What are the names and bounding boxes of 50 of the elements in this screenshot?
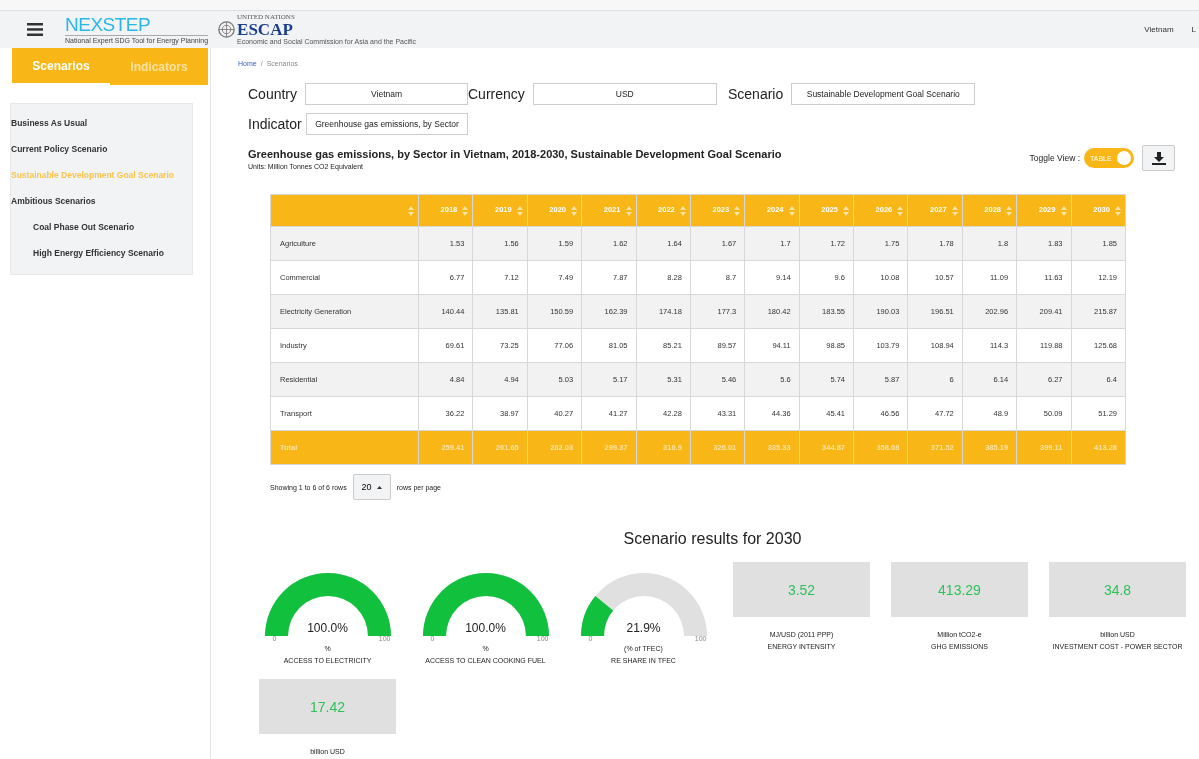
sort-icon[interactable]: [843, 205, 849, 216]
logo-text: ESCAP: [237, 21, 294, 38]
sort-icon[interactable]: [408, 205, 414, 216]
header-link[interactable]: Vietnam: [1144, 25, 1174, 34]
gauge-value: 21.9%: [625, 621, 662, 635]
select-field[interactable]: Greenhouse gas emissions, by Sector: [306, 113, 468, 135]
sidebar-item[interactable]: Ambitious Scenarios: [11, 188, 192, 214]
select-field[interactable]: Sustainable Development Goal Scenario: [791, 83, 976, 105]
gauge-value: 100.0%: [306, 621, 349, 635]
chart-title: Greenhouse gas emissions, by Sector in Vietnam, 2018-2030, Sustainable Development Goal Scenario: [248, 148, 782, 160]
page-size-dropdown[interactable]: 20: [352, 474, 391, 500]
sort-icon[interactable]: [897, 205, 904, 216]
download-icon: [1151, 151, 1166, 165]
result-card: 34.8: [1049, 562, 1186, 617]
sort-icon[interactable]: [516, 205, 523, 216]
select-field[interactable]: Vietnam: [305, 83, 468, 105]
toggle-label: Toggle View :: [1029, 153, 1080, 163]
sort-icon[interactable]: [1060, 205, 1067, 216]
sidebar-item[interactable]: Business As Usual: [11, 110, 192, 136]
result-card: 413.29: [891, 562, 1028, 617]
sort-icon[interactable]: [1115, 205, 1121, 216]
filter-label: Scenario: [728, 86, 784, 102]
filter-label: Country: [248, 86, 298, 102]
column-header[interactable]: [270, 194, 419, 227]
sort-icon[interactable]: [679, 205, 686, 216]
download-button[interactable]: [1142, 145, 1175, 171]
sidebar-item[interactable]: High Energy Efficiency Scenario: [11, 240, 192, 266]
sidebar-item[interactable]: Sustainable Development Goal Scenario: [11, 162, 192, 188]
result-card: 17.42: [259, 679, 396, 734]
sort-icon[interactable]: [571, 205, 578, 216]
caret-icon: [376, 486, 382, 490]
sort-icon[interactable]: [462, 205, 469, 216]
gauge-value: 100.0%: [464, 621, 507, 635]
header-link[interactable]: L: [1191, 25, 1196, 34]
sidebar-tab[interactable]: Indicators: [110, 48, 208, 85]
sort-icon[interactable]: [788, 205, 795, 216]
sort-icon[interactable]: [625, 205, 632, 216]
sidebar-item[interactable]: Current Policy Scenario: [11, 136, 192, 162]
menu-icon[interactable]: [27, 23, 43, 36]
logo-text: NEXSTEP: [65, 15, 152, 34]
select-field[interactable]: USD: [532, 83, 717, 105]
sidebar-tab[interactable]: Scenarios: [12, 48, 110, 85]
sort-icon[interactable]: [1006, 205, 1013, 216]
filter-label: Currency: [468, 86, 525, 102]
section-title: Scenario results for 2030: [622, 530, 803, 548]
result-card: 3.52: [733, 562, 870, 617]
globe-emblem-icon: [218, 21, 236, 38]
sort-icon[interactable]: [734, 205, 741, 216]
sort-icon[interactable]: [951, 205, 958, 216]
sidebar-item[interactable]: Coal Phase Out Scenario: [11, 214, 192, 240]
